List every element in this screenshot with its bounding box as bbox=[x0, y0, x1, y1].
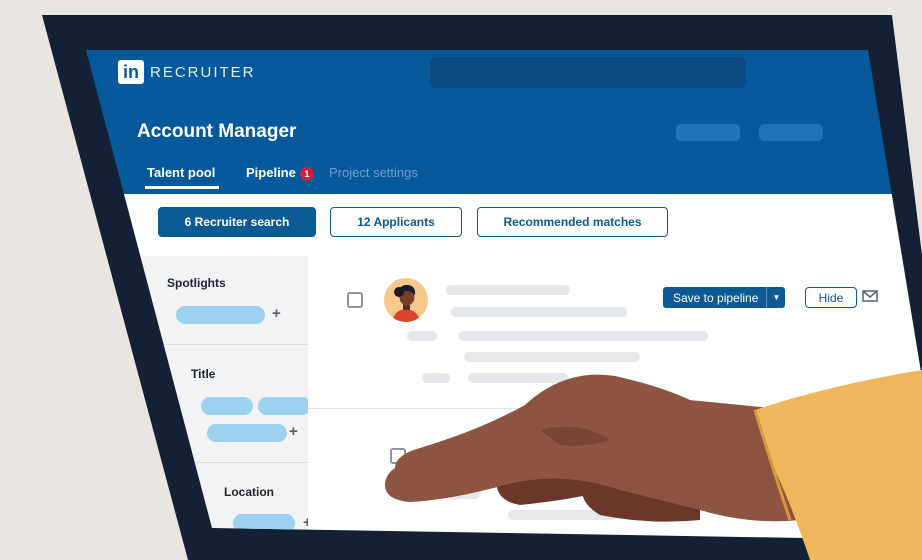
pointing-hand-illustration bbox=[385, 370, 922, 560]
